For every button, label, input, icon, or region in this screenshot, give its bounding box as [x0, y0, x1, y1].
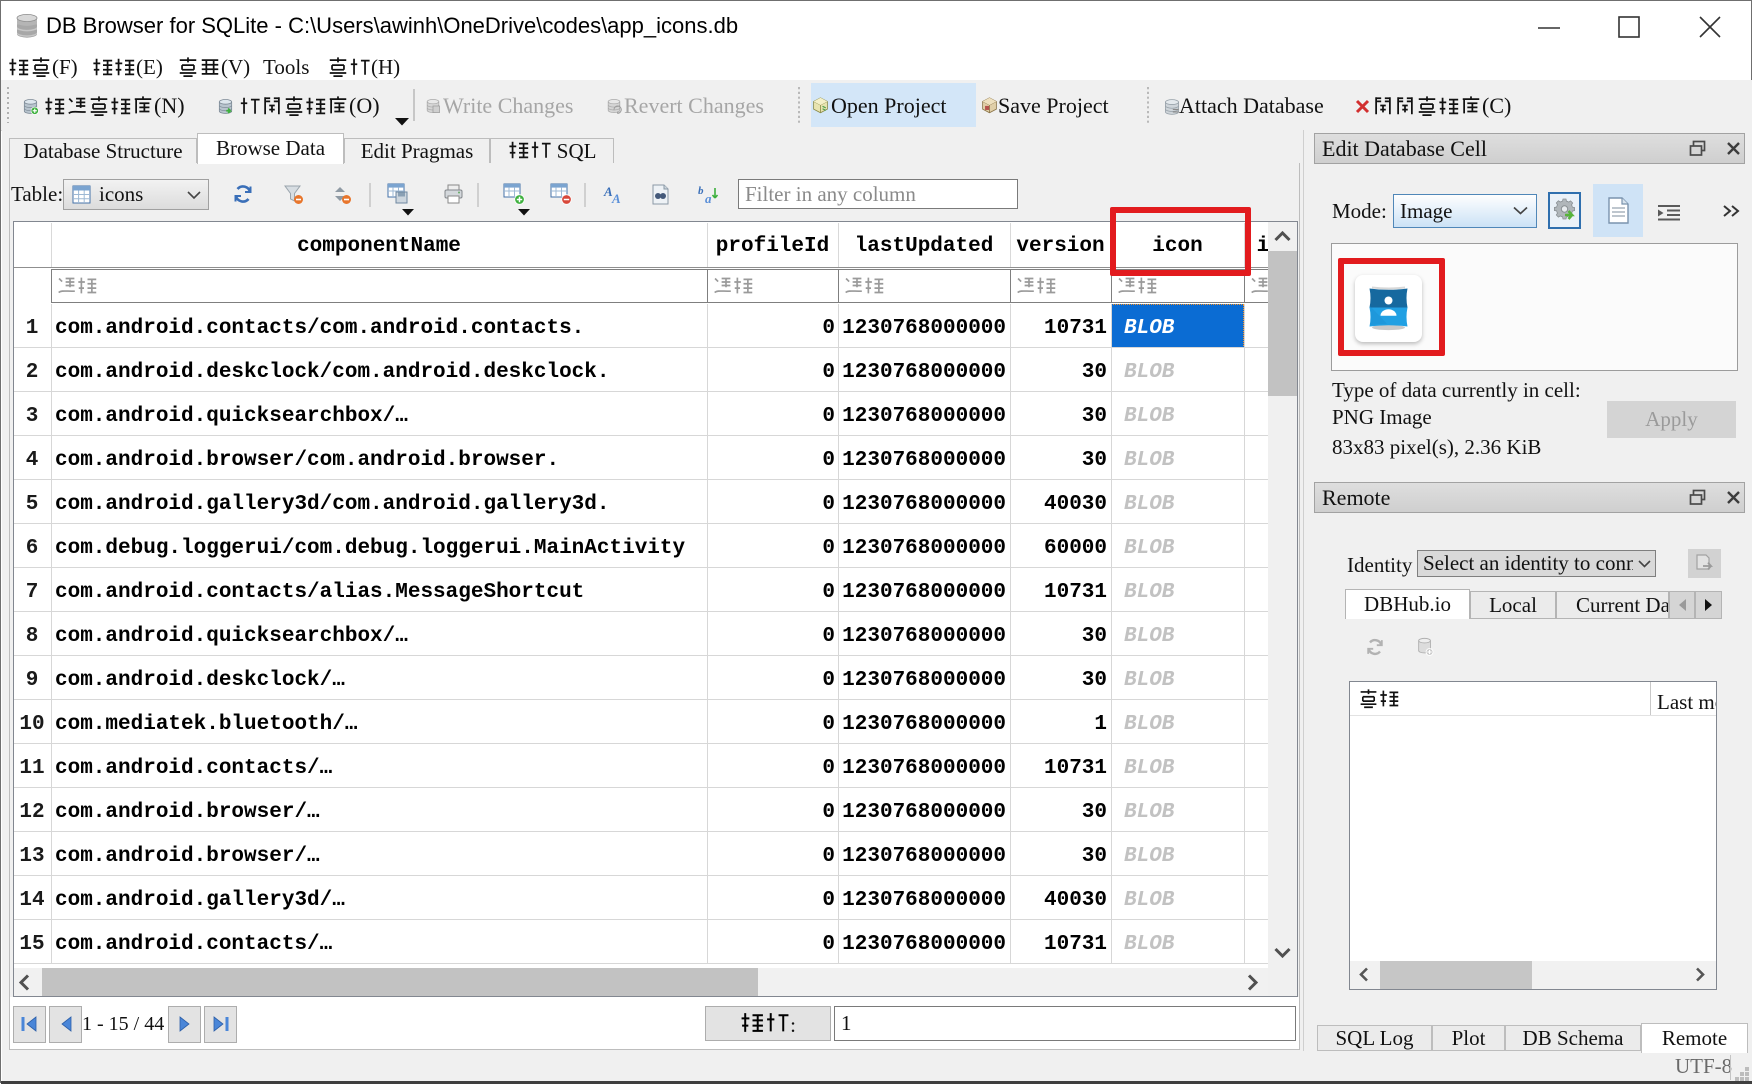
- svg-text:b: b: [698, 185, 704, 197]
- svg-text:A: A: [611, 191, 621, 206]
- svg-text:a: a: [705, 191, 712, 206]
